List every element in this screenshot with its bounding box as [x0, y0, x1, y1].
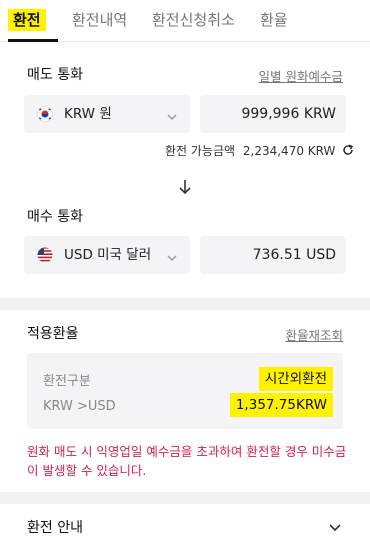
tab-exchange-history[interactable]: 환전내역	[72, 0, 127, 42]
sell-amount-value: 999,996 KRW	[241, 106, 336, 122]
sell-amount-input[interactable]: 999,996 KRW	[200, 95, 346, 133]
rate-info-box: 환전구분 시간외환전 KRW >USD 1,357.75KRW	[27, 353, 343, 429]
tab-bar: 환전 환전내역 환전신청취소 환율	[0, 0, 370, 42]
tab-exchange-label: 환전	[8, 9, 46, 31]
arrow-down-icon	[177, 178, 193, 196]
daily-krw-deposit-link[interactable]: 일별 원화예수금	[259, 66, 343, 85]
sell-currency-title: 매도 통화	[27, 67, 83, 83]
buy-currency-value: USD 미국 달러	[64, 247, 152, 263]
usa-flag-icon	[37, 247, 53, 263]
sell-currency-select[interactable]: KRW 원	[24, 95, 190, 133]
chevron-down-icon[interactable]	[328, 519, 342, 533]
section-divider	[0, 492, 370, 504]
buy-currency-select[interactable]: USD 미국 달러	[24, 236, 190, 274]
chevron-down-icon	[166, 249, 178, 261]
rate-refresh-link[interactable]: 환율재조회	[285, 325, 343, 344]
tab-exchange-rate[interactable]: 환율	[260, 0, 288, 42]
tab-exchange[interactable]: 환전	[8, 0, 46, 42]
tab-exchange-cancel[interactable]: 환전신청취소	[152, 0, 235, 42]
exchange-rate-value: 1,357.75KRW	[229, 393, 333, 417]
available-amount-value: 2,234,470 KRW	[242, 144, 336, 158]
buy-amount-input[interactable]: 736.51 USD	[200, 236, 346, 274]
warning-message: 원화 매도 시 익영업일 예수금을 초과하여 환전할 경우 미수금이 발생할 수…	[27, 444, 347, 478]
exchange-type-label: 환전구분	[43, 374, 91, 389]
active-tab-indicator	[8, 39, 58, 42]
exchange-guide-title: 환전 안내	[27, 520, 83, 536]
available-amount-label: 환전 가능금액	[165, 144, 236, 158]
currency-pair-label: KRW >USD	[43, 399, 116, 414]
available-amount: 환전 가능금액 2,234,470 KRW	[165, 142, 354, 159]
section-divider	[0, 298, 370, 310]
applied-rate-title: 적용환율	[27, 326, 79, 342]
korea-flag-icon	[37, 106, 53, 122]
buy-currency-title: 매수 통화	[27, 209, 83, 225]
sell-currency-value: KRW 원	[64, 106, 112, 122]
chevron-down-icon	[166, 108, 178, 120]
refresh-icon[interactable]	[342, 144, 354, 156]
exchange-type-value: 시간외환전	[258, 367, 333, 391]
buy-amount-value: 736.51 USD	[252, 247, 336, 263]
